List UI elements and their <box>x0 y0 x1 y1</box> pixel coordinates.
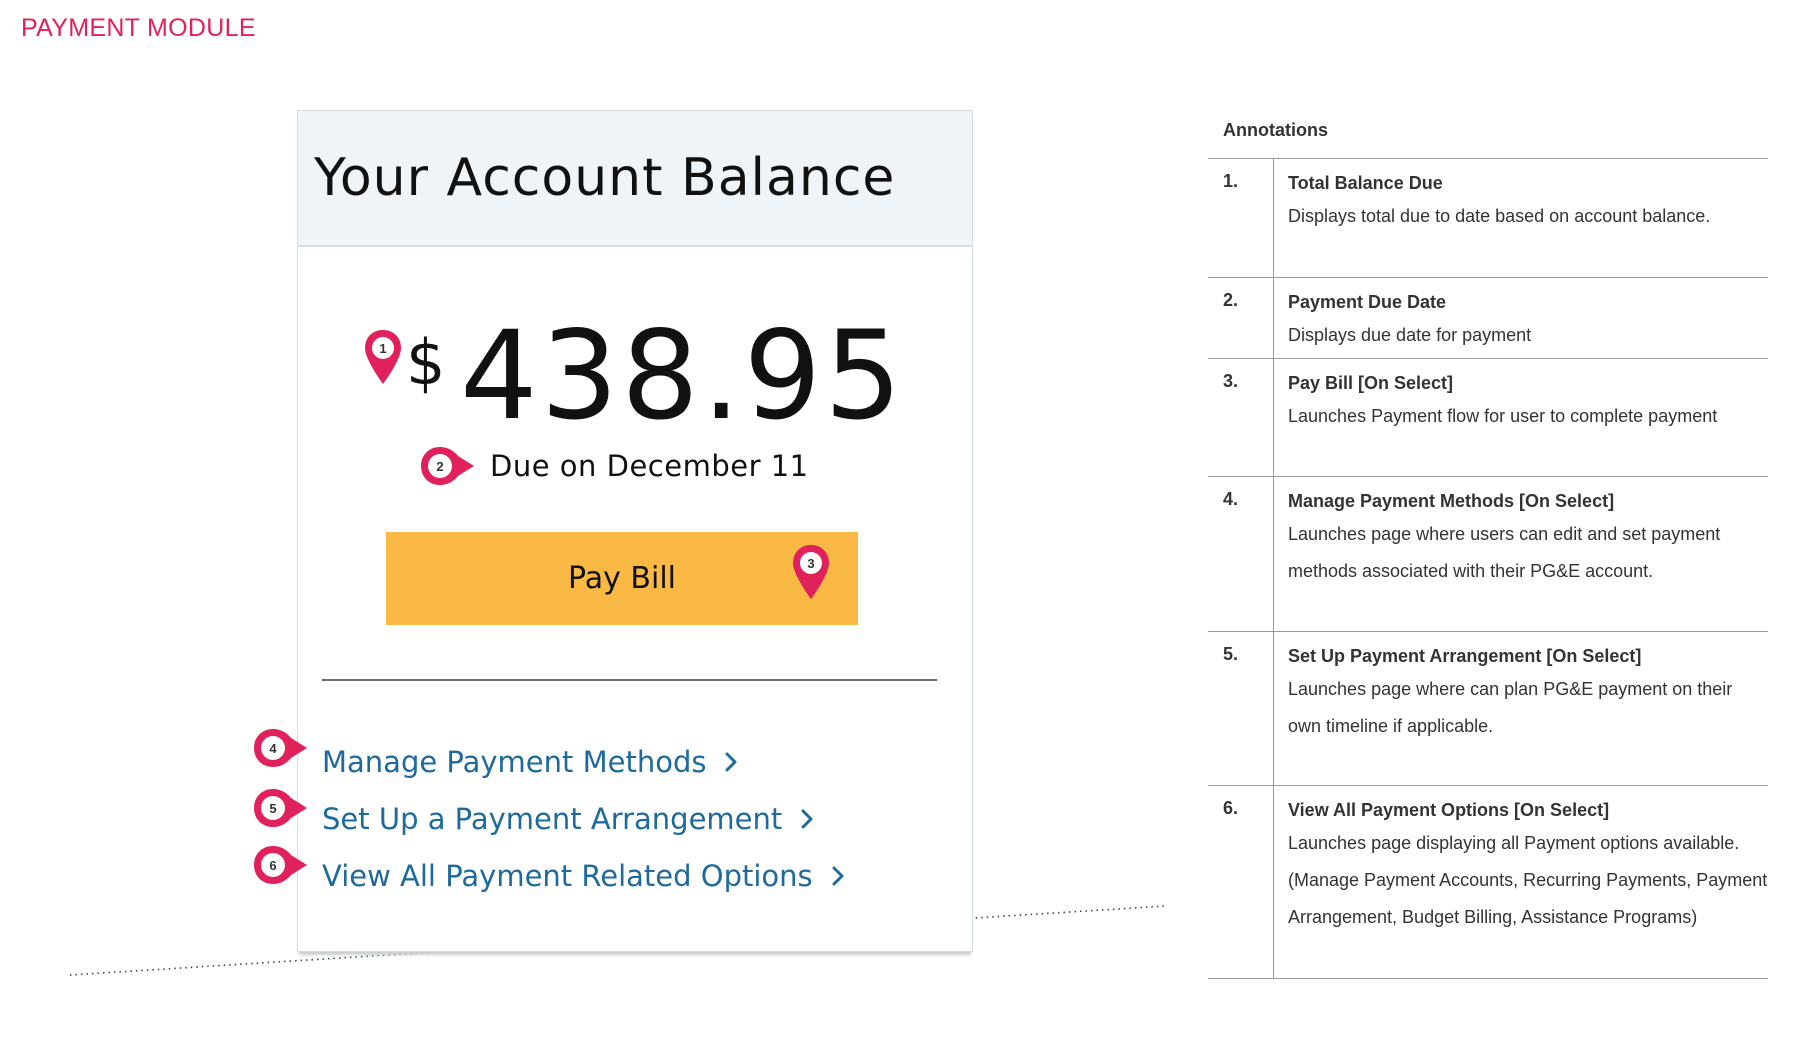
marker-number: 5 <box>269 801 276 816</box>
card-header: Your Account Balance <box>298 111 972 247</box>
annotation-body: Pay Bill [On Select] Launches Payment fl… <box>1274 359 1717 476</box>
pay-bill-button[interactable]: Pay Bill <box>386 532 858 625</box>
annotation-row: 2. Payment Due Date Displays due date fo… <box>1208 278 1768 359</box>
marker-number: 3 <box>807 556 814 571</box>
payment-arrangement-link[interactable]: Set Up a Payment Arrangement <box>322 790 845 847</box>
annotation-description: Launches page where users can edit and s… <box>1288 524 1721 581</box>
annotation-number: 5. <box>1208 632 1274 785</box>
annotation-body: Payment Due Date Displays due date for p… <box>1274 278 1531 358</box>
due-date: Due on December 11 <box>490 449 809 483</box>
annotations-panel: Annotations 1. Total Balance Due Display… <box>1208 118 1768 979</box>
annotation-number: 4. <box>1208 477 1274 631</box>
annotation-description: Displays total due to date based on acco… <box>1288 206 1711 226</box>
annotations-heading: Annotations <box>1208 118 1768 159</box>
annotation-badge-icon: 5 <box>254 789 307 827</box>
marker-number: 6 <box>269 858 276 873</box>
link-label: Manage Payment Methods <box>322 744 707 779</box>
annotation-title: Total Balance Due <box>1288 173 1443 193</box>
manage-payment-methods-link[interactable]: Manage Payment Methods <box>322 733 845 790</box>
annotation-row: 4. Manage Payment Methods [On Select] La… <box>1208 477 1768 632</box>
divider <box>322 679 937 681</box>
page-title: PAYMENT MODULE <box>21 14 256 42</box>
annotation-pin-icon: 3 <box>793 545 829 599</box>
view-payment-options-link[interactable]: View All Payment Related Options <box>322 847 845 904</box>
annotation-title: Payment Due Date <box>1288 292 1447 312</box>
chevron-right-icon <box>724 751 738 773</box>
marker-number: 1 <box>379 341 386 356</box>
link-label: Set Up a Payment Arrangement <box>322 801 783 836</box>
account-balance-card: Your Account Balance $ 438.95 Due on Dec… <box>297 110 973 952</box>
balance-value: 438.95 <box>460 305 905 447</box>
annotation-row: 6. View All Payment Options [On Select] … <box>1208 786 1768 979</box>
annotation-description: Launches page displaying all Payment opt… <box>1288 833 1768 927</box>
annotation-row: 1. Total Balance Due Displays total due … <box>1208 159 1768 278</box>
annotation-number: 3. <box>1208 359 1274 476</box>
annotation-description: Launches page where can plan PG&E paymen… <box>1288 679 1733 736</box>
annotation-row: 3. Pay Bill [On Select] Launches Payment… <box>1208 359 1768 477</box>
annotation-title: View All Payment Options [On Select] <box>1288 800 1610 820</box>
annotation-title: Pay Bill [On Select] <box>1288 373 1454 393</box>
chevron-right-icon <box>800 808 814 830</box>
marker-number: 2 <box>436 459 443 474</box>
annotation-title: Manage Payment Methods [On Select] <box>1288 491 1615 511</box>
card-title: Your Account Balance <box>314 148 896 208</box>
annotation-badge-icon: 4 <box>254 729 307 767</box>
annotation-description: Displays due date for payment <box>1288 325 1532 345</box>
annotation-number: 1. <box>1208 159 1274 277</box>
annotation-badge-icon: 6 <box>254 846 307 884</box>
currency-symbol: $ <box>406 326 446 399</box>
annotation-body: Manage Payment Methods [On Select] Launc… <box>1274 477 1768 631</box>
annotation-number: 2. <box>1208 278 1274 358</box>
annotation-number: 6. <box>1208 786 1274 978</box>
payment-links: Manage Payment Methods Set Up a Payment … <box>322 733 845 904</box>
annotation-description: Launches Payment flow for user to comple… <box>1288 406 1718 426</box>
marker-number: 4 <box>269 741 277 756</box>
annotation-body: Set Up Payment Arrangement [On Select] L… <box>1274 632 1768 785</box>
annotation-row: 5. Set Up Payment Arrangement [On Select… <box>1208 632 1768 786</box>
pay-bill-label: Pay Bill <box>567 561 676 596</box>
annotation-title: Set Up Payment Arrangement [On Select] <box>1288 646 1642 666</box>
annotation-pin-icon: 1 <box>365 330 401 384</box>
annotation-badge-icon: 2 <box>421 447 474 485</box>
annotation-body: Total Balance Due Displays total due to … <box>1274 159 1710 277</box>
chevron-right-icon <box>831 865 845 887</box>
link-label: View All Payment Related Options <box>322 858 813 893</box>
annotation-body: View All Payment Options [On Select] Lau… <box>1274 786 1768 978</box>
